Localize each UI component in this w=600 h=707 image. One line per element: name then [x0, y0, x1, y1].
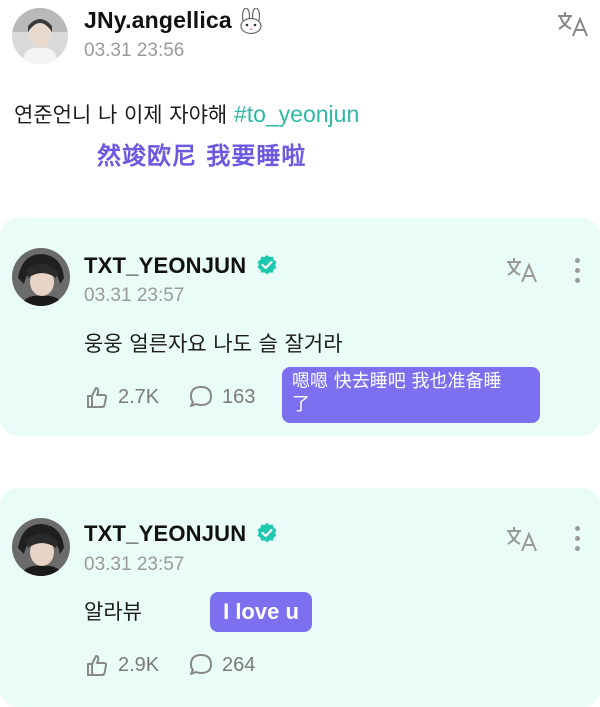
translation-overlay: 嗯嗯 快去睡吧 我也准备睡 了 [282, 367, 540, 423]
post-username-text: JNy.angellica [84, 7, 232, 33]
post-username[interactable]: JNy.angellica [84, 7, 266, 34]
comment-icon [190, 386, 212, 407]
like-icon [87, 387, 108, 408]
translation-overlay: 然竣欧尼 我要睡啦 [97, 142, 307, 170]
verified-badge-icon [257, 523, 277, 543]
like-stat[interactable]: 2.9K [84, 652, 159, 678]
reply-username[interactable]: TXT_YEONJUN [84, 253, 246, 279]
avatar[interactable] [12, 518, 70, 576]
post-timestamp: 03.31 23:56 [84, 40, 185, 61]
reply-timestamp: 03.31 23:57 [84, 285, 185, 306]
hashtag-link[interactable]: #to_yeonjun [234, 101, 359, 127]
like-stat[interactable]: 2.7K [84, 384, 159, 410]
comment-icon [190, 654, 212, 675]
translation-overlay-line: 嗯嗯 快去睡吧 我也准备睡 [292, 371, 502, 392]
like-count: 2.7K [118, 385, 160, 408]
post-text-body: 연준언니 나 이제 자야해 [14, 103, 234, 127]
avatar[interactable] [12, 8, 68, 64]
avatar[interactable] [12, 248, 70, 306]
like-count: 2.9K [118, 653, 160, 676]
reply-timestamp: 03.31 23:57 [84, 554, 185, 575]
comment-count: 163 [222, 385, 256, 408]
more-vertical-icon[interactable] [573, 258, 581, 288]
more-vertical-icon[interactable] [573, 526, 581, 556]
comment-count: 264 [222, 653, 256, 676]
translate-icon[interactable] [556, 10, 590, 38]
translate-icon[interactable] [505, 525, 539, 553]
rabbit-emoji-icon [240, 7, 262, 34]
reply-username[interactable]: TXT_YEONJUN [84, 521, 246, 547]
post-text: 연준언니 나 이제 자야해 #to_yeonjun [14, 99, 359, 129]
comment-stat[interactable]: 163 [188, 384, 255, 410]
translation-overlay: I love u [210, 592, 312, 632]
translate-icon[interactable] [505, 256, 539, 284]
reply-text: 알라뷰 [84, 600, 142, 624]
verified-badge-icon [257, 255, 277, 275]
translation-overlay-line: 了 [292, 394, 310, 415]
like-icon [87, 655, 108, 676]
comment-stat[interactable]: 264 [188, 652, 255, 678]
reply-text: 웅웅 얼른자요 나도 슬 잘거라 [84, 332, 343, 356]
